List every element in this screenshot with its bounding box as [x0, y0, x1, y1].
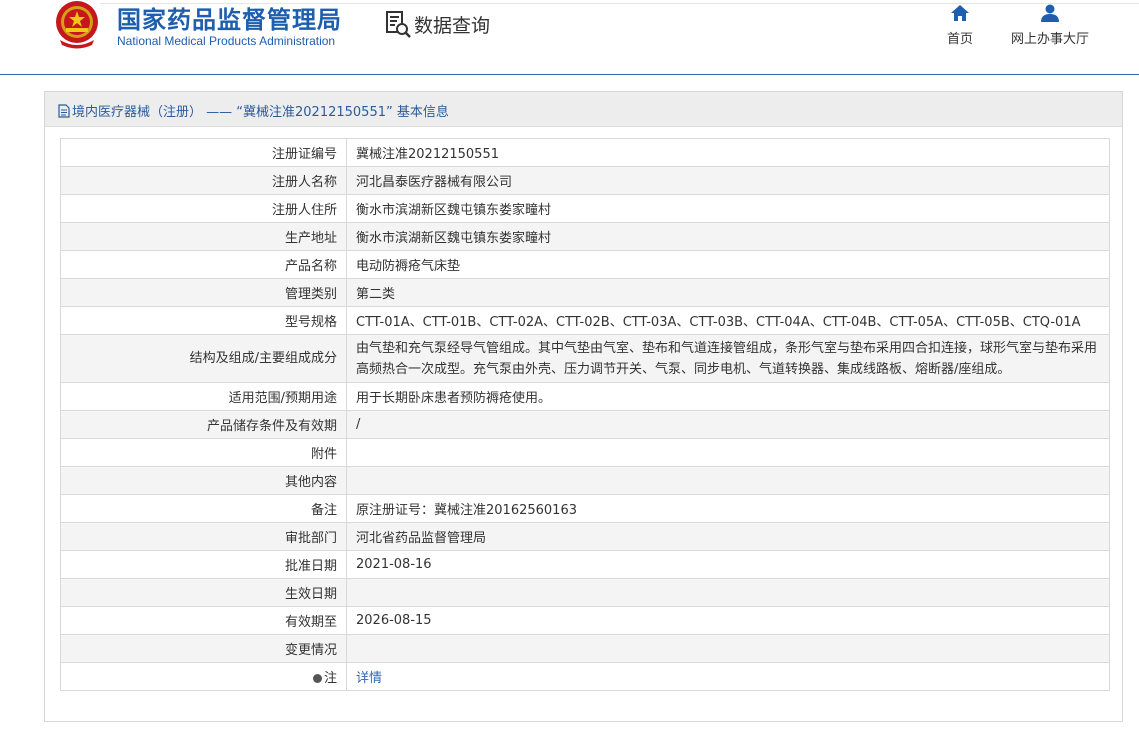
row-value: 衡水市滨湖新区魏屯镇东娄家疃村	[346, 194, 1110, 223]
note-label: 注	[323, 671, 337, 686]
table-row: 批准日期 2021-08-16	[60, 550, 1110, 579]
table-row: 备注 原注册证号：冀械注准20162560163	[60, 494, 1110, 523]
table-row: 产品储存条件及有效期 /	[60, 410, 1110, 439]
row-value: 由气垫和充气泵经导气管组成。其中气垫由气室、垫布和气道连接管组成，条形气室与垫布…	[346, 334, 1110, 383]
row-label: 批准日期	[60, 550, 347, 579]
row-value: 原注册证号：冀械注准20162560163	[346, 494, 1110, 523]
bullet-icon	[312, 674, 322, 683]
row-value: 详情	[346, 662, 1110, 691]
table-row: 有效期至 2026-08-15	[60, 606, 1110, 635]
table-row: 产品名称 电动防褥疮气床垫	[60, 250, 1110, 279]
row-label: 产品名称	[60, 250, 347, 279]
panel-title: 境内医疗器械（注册） —— “冀械注准20212150551” 基本信息	[58, 101, 449, 120]
table-row: 型号规格 CTT-01A、CTT-01B、CTT-02A、CTT-02B、CTT-…	[60, 306, 1110, 335]
data-query-section: 数据查询	[384, 8, 490, 40]
row-value	[346, 438, 1110, 467]
home-icon	[951, 5, 969, 21]
row-label: 其他内容	[60, 466, 347, 495]
row-value: 第二类	[346, 278, 1110, 307]
row-label: 产品储存条件及有效期	[60, 410, 347, 439]
table-row: 管理类别 第二类	[60, 278, 1110, 307]
row-label: 生效日期	[60, 578, 347, 607]
table-row: 变更情况	[60, 634, 1110, 663]
nav-home-label[interactable]: 首页	[947, 28, 973, 47]
row-value	[346, 578, 1110, 607]
table-row: 适用范围/预期用途 用于长期卧床患者预防褥疮使用。	[60, 382, 1110, 411]
row-value: /	[346, 410, 1110, 439]
row-value: 冀械注准20212150551	[346, 138, 1110, 167]
row-value: CTT-01A、CTT-01B、CTT-02A、CTT-02B、CTT-03A、…	[346, 306, 1110, 335]
document-search-icon	[386, 11, 411, 38]
row-label: 型号规格	[60, 306, 347, 335]
nav-home[interactable]: 首页	[938, 3, 982, 47]
row-label: 生产地址	[60, 222, 347, 251]
row-label: 有效期至	[60, 606, 347, 635]
data-query-label: 数据查询	[414, 14, 491, 37]
device-info-panel: 境内医疗器械（注册） —— “冀械注准20212150551” 基本信息 注册证…	[44, 91, 1123, 722]
row-label: 备注	[60, 494, 347, 523]
table-row: 注册人住所 衡水市滨湖新区魏屯镇东娄家疃村	[60, 194, 1110, 223]
table-row: 注册人名称 河北昌泰医疗器械有限公司	[60, 166, 1110, 195]
site-header: 国家药品监督管理局 National Medical Products Admi…	[0, 0, 1139, 75]
national-emblem-icon	[56, 1, 98, 49]
row-value: 河北昌泰医疗器械有限公司	[346, 166, 1110, 195]
row-label: 注	[60, 662, 347, 691]
panel-header: 境内医疗器械（注册） —— “冀械注准20212150551” 基本信息	[45, 92, 1122, 127]
document-icon	[58, 103, 70, 118]
nav-online-service-hall[interactable]: 网上办事大厅	[1003, 3, 1097, 47]
table-row: 其他内容	[60, 466, 1110, 495]
row-value	[346, 634, 1110, 663]
user-icon	[1041, 4, 1059, 22]
nav-online-service-hall-label[interactable]: 网上办事大厅	[1011, 28, 1089, 47]
device-info-table: 注册证编号 冀械注准20212150551 注册人名称 河北昌泰医疗器械有限公司 注…	[60, 138, 1110, 691]
table-row: 附件	[60, 438, 1110, 467]
header-divider	[0, 74, 1139, 75]
table-row: 结构及组成/主要组成成分 由气垫和充气泵经导气管组成。其中气垫由气室、垫布和气道连…	[60, 334, 1110, 383]
row-label: 注册证编号	[60, 138, 347, 167]
row-value: 用于长期卧床患者预防褥疮使用。	[346, 382, 1110, 411]
row-value: 衡水市滨湖新区魏屯镇东娄家疃村	[346, 222, 1110, 251]
row-value: 河北省药品监督管理局	[346, 522, 1110, 551]
table-row: 生产地址 衡水市滨湖新区魏屯镇东娄家疃村	[60, 222, 1110, 251]
table-row: 生效日期	[60, 578, 1110, 607]
table-row: 审批部门 河北省药品监督管理局	[60, 522, 1110, 551]
row-value	[346, 466, 1110, 495]
row-value: 2026-08-15	[346, 606, 1110, 635]
row-label: 适用范围/预期用途	[60, 382, 347, 411]
details-link[interactable]: 详情	[356, 671, 382, 686]
site-title[interactable]: 国家药品监督管理局	[117, 0, 342, 35]
row-value: 2021-08-16	[346, 550, 1110, 579]
row-value: 电动防褥疮气床垫	[346, 250, 1110, 279]
row-label: 注册人住所	[60, 194, 347, 223]
table-row: 注册证编号 冀械注准20212150551	[60, 138, 1110, 167]
row-label: 变更情况	[60, 634, 347, 663]
panel-title-text: 境内医疗器械（注册） —— “冀械注准20212150551” 基本信息	[72, 105, 449, 120]
site-title-english: National Medical Products Administration	[117, 34, 336, 48]
row-label: 附件	[60, 438, 347, 467]
row-label: 结构及组成/主要组成成分	[60, 334, 347, 383]
row-label: 注册人名称	[60, 166, 347, 195]
table-row-note: 注 详情	[60, 662, 1110, 691]
row-label: 审批部门	[60, 522, 347, 551]
row-label: 管理类别	[60, 278, 347, 307]
